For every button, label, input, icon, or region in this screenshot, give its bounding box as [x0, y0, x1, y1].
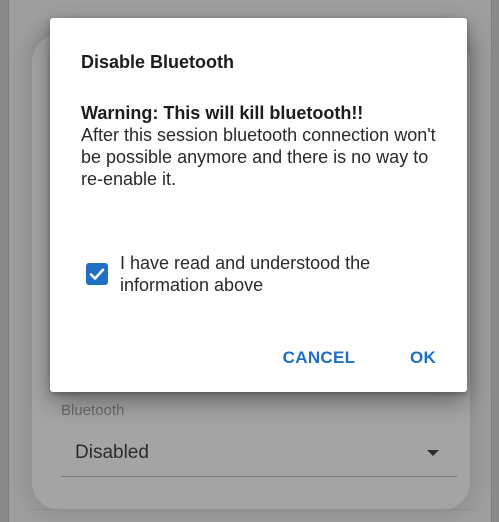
screen: Bluetooth Disabled Disable Bluetooth War…: [0, 0, 499, 522]
bluetooth-select-value: Disabled: [75, 442, 149, 463]
bluetooth-field-label: Bluetooth: [61, 402, 125, 419]
dialog-message: After this session bluetooth connection …: [81, 125, 436, 189]
dialog-warning: Warning: This will kill bluetooth!!: [81, 103, 364, 123]
bluetooth-select: Disabled: [61, 432, 457, 477]
acknowledge-checkbox-row[interactable]: I have read and understood the informati…: [86, 252, 446, 300]
check-icon: [89, 268, 105, 280]
caret-down-icon: [427, 450, 439, 456]
cancel-button[interactable]: CANCEL: [279, 336, 359, 380]
disable-bluetooth-dialog: Disable Bluetooth Warning: This will kil…: [50, 18, 467, 392]
dialog-body: Warning: This will kill bluetooth!! Afte…: [81, 102, 451, 190]
acknowledge-checkbox-label[interactable]: I have read and understood the informati…: [120, 252, 440, 296]
acknowledge-checkbox[interactable]: [86, 263, 108, 285]
dialog-title: Disable Bluetooth: [81, 52, 235, 72]
ok-button[interactable]: OK: [401, 336, 445, 380]
divider: [30, 509, 474, 510]
